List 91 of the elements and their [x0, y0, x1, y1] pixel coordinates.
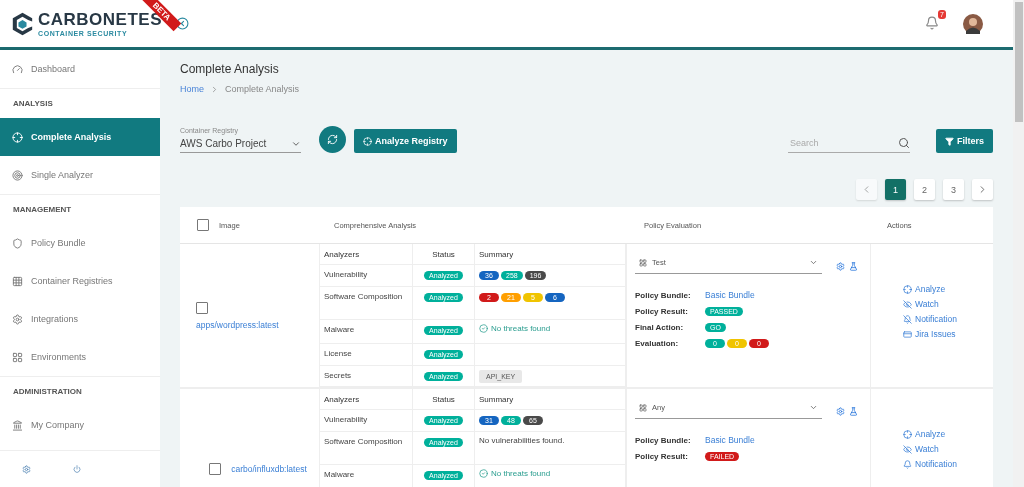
notification-icon[interactable] — [925, 15, 939, 30]
nav-item[interactable]: My Company — [0, 406, 160, 444]
action-link[interactable]: Watch — [903, 444, 993, 454]
field-label: Policy Bundle: — [635, 435, 692, 445]
breadcrumb-link[interactable]: Home — [180, 84, 204, 94]
image-link[interactable]: carbo/influxdb:latest — [231, 464, 307, 474]
action-icon — [903, 429, 912, 439]
scrollbar[interactable] — [1013, 0, 1024, 487]
subheader-cell: Analyzers — [320, 389, 413, 410]
action-link[interactable]: Watch — [903, 299, 993, 309]
summary-text: No vulnerabilities found. — [479, 436, 565, 445]
page-button[interactable]: 2 — [914, 179, 935, 200]
page-button[interactable]: 1 — [885, 179, 906, 200]
page-button[interactable]: 3 — [943, 179, 964, 200]
nav-icon — [12, 237, 23, 249]
row-checkbox[interactable] — [209, 463, 222, 475]
analyzer-name: Malware — [324, 469, 355, 481]
nav-icon — [12, 351, 23, 363]
field-label: Evaluation: — [635, 339, 680, 348]
grid-icon — [639, 258, 647, 267]
refresh-button[interactable] — [319, 126, 346, 153]
field-label: Policy Bundle: — [635, 290, 692, 300]
bundle-link[interactable]: Basic Bundle — [705, 435, 870, 445]
action-icon — [903, 299, 912, 309]
settings-icon[interactable] — [836, 261, 845, 271]
action-icon — [903, 329, 912, 339]
chevron-icon — [210, 84, 219, 94]
field-label: Policy Result: — [635, 307, 689, 316]
crosshair-icon — [363, 136, 372, 146]
breadcrumb-current: Complete Analysis — [225, 84, 300, 94]
flask-icon[interactable] — [849, 261, 858, 271]
no-threats-text: No threats found — [479, 469, 551, 478]
select-all-checkbox[interactable] — [197, 219, 209, 231]
nav-icon — [12, 275, 23, 287]
refresh-icon — [327, 134, 338, 145]
nav-icon — [12, 419, 23, 431]
filter-icon — [945, 136, 954, 146]
nav-item[interactable]: Container Registries — [0, 262, 160, 300]
nav-item[interactable]: Single Analyzer — [0, 156, 160, 194]
nav-item[interactable]: Policy Bundle — [0, 224, 160, 262]
nav-item[interactable]: Dashboard — [0, 50, 160, 88]
power-icon[interactable] — [73, 465, 81, 473]
caret-icon — [809, 258, 818, 267]
action-link[interactable]: Analyze — [903, 429, 993, 439]
no-threats-text: No threats found — [479, 324, 551, 333]
nav-icon — [12, 313, 23, 325]
analyze-registry-button[interactable]: Analyze Registry — [354, 129, 457, 153]
nav-item[interactable]: Environments — [0, 338, 160, 376]
check-icon — [479, 324, 488, 333]
action-icon — [903, 444, 912, 454]
field-label: Final Action: — [635, 323, 685, 332]
check-icon — [479, 469, 488, 478]
settings-icon[interactable] — [22, 464, 31, 474]
analyzer-name: Software Composition — [324, 291, 403, 303]
analyzer-name: Vulnerability — [324, 414, 368, 426]
nav-icon — [12, 131, 23, 143]
grid-icon — [639, 403, 647, 412]
caret-icon — [809, 403, 818, 412]
field-label: Policy Result: — [635, 452, 689, 461]
action-icon — [903, 284, 912, 294]
analyzer-name: License — [324, 348, 352, 360]
avatar[interactable] — [963, 13, 983, 34]
nav-item[interactable]: Integrations — [0, 300, 160, 338]
row-checkbox[interactable] — [196, 301, 208, 314]
image-link[interactable]: apps/wordpress:latest — [196, 319, 279, 330]
flask-icon[interactable] — [849, 406, 858, 416]
page-title: Complete Analysis — [180, 62, 280, 76]
subheader-cell: Status — [413, 389, 475, 410]
analyzer-name: Secrets — [324, 370, 352, 382]
bundle-link[interactable]: Basic Bundle — [705, 290, 870, 300]
subheader-cell: Summary — [475, 389, 626, 410]
subheader-cell: Analyzers — [320, 244, 413, 265]
action-icon — [903, 314, 912, 324]
action-icon — [903, 459, 912, 469]
nav-item[interactable]: Complete Analysis — [0, 118, 160, 156]
settings-icon[interactable] — [836, 406, 845, 416]
search-field[interactable]: Search — [788, 137, 878, 149]
action-link[interactable]: Analyze — [903, 284, 993, 294]
nav-icon — [12, 169, 23, 181]
analyzer-name: Vulnerability — [324, 269, 368, 281]
action-link[interactable]: Notification — [903, 314, 993, 324]
action-link[interactable]: Notification — [903, 459, 993, 469]
subheader-cell: Summary — [475, 244, 626, 265]
subheader-cell: Status — [413, 244, 475, 265]
filters-button[interactable]: Filters — [936, 129, 993, 153]
action-link[interactable]: Jira Issues — [903, 329, 993, 339]
analyzer-name: Malware — [324, 324, 355, 336]
search-icon[interactable] — [898, 137, 910, 149]
analyzer-name: Software Composition — [324, 436, 403, 448]
collapse-icon[interactable] — [176, 17, 189, 30]
nav-icon — [12, 63, 23, 75]
